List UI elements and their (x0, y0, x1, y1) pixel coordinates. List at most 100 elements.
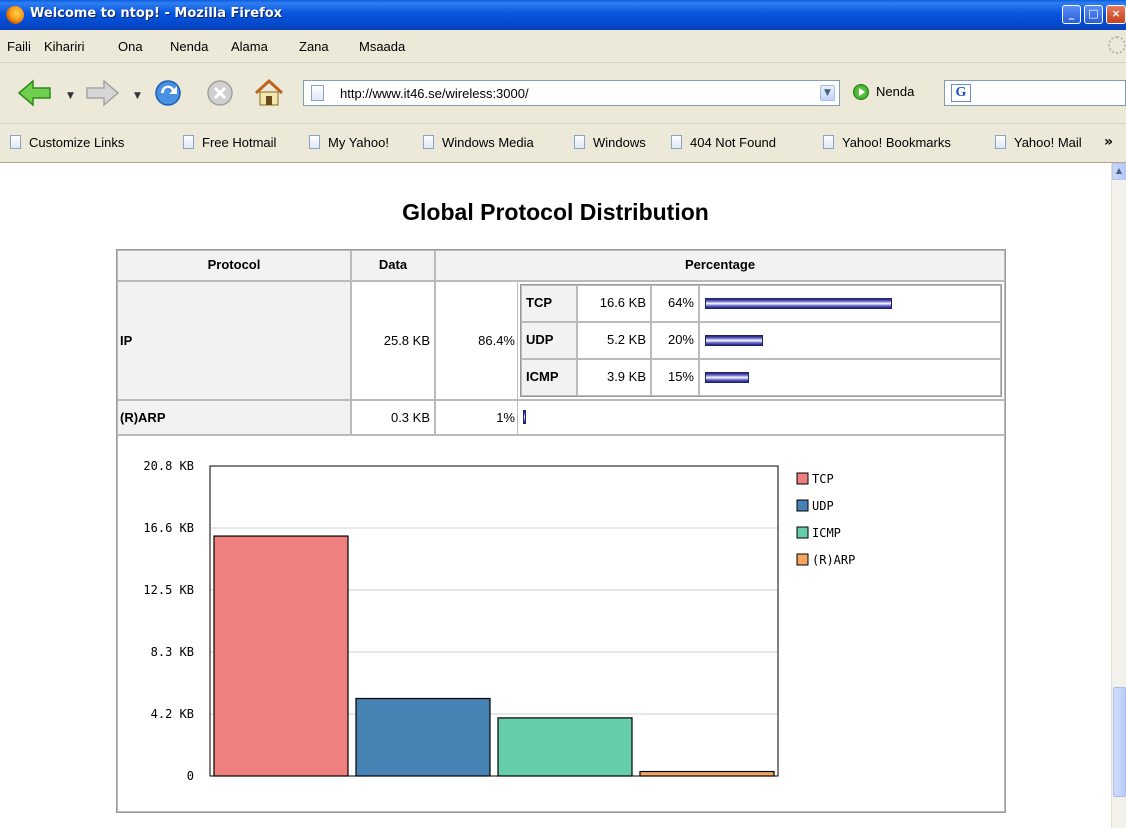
legend-swatch (796, 499, 809, 512)
sub-tcp-bar-cell (699, 285, 1001, 322)
bookmark-page-icon (10, 135, 21, 149)
y-tick-label: 20.8 KB (143, 459, 194, 473)
menu-view[interactable]: Ona (118, 39, 143, 54)
bar-udp (355, 697, 491, 777)
bookmarks-overflow-icon[interactable]: » (1104, 134, 1113, 150)
bookmark-page-icon (423, 135, 434, 149)
bookmark-item[interactable]: My Yahoo! (309, 135, 389, 150)
menu-tools[interactable]: Zana (299, 39, 329, 54)
url-dropdown-icon[interactable]: ▼ (820, 85, 835, 101)
legend-label: UDP (812, 499, 834, 513)
navigation-toolbar: ▼ ▼ http://www.it46.se/wireless:3000/ ▼ … (0, 63, 1126, 124)
row-ip-percent: 86.4% (435, 281, 519, 400)
ip-sub-container: TCP 16.6 KB 64% UDP 5.2 KB 20% ICMP 3.9 … (517, 281, 1005, 400)
sub-icmp-name: ICMP (521, 359, 577, 396)
back-dropdown-icon[interactable]: ▼ (67, 91, 74, 101)
legend-label: (R)ARP (812, 553, 855, 567)
legend-label: ICMP (812, 526, 841, 540)
stop-icon[interactable] (205, 78, 235, 108)
header-percentage: Percentage (435, 250, 1005, 281)
bar-rarp (639, 770, 775, 777)
forward-dropdown-icon[interactable]: ▼ (134, 91, 141, 101)
sub-icmp-percent: 15% (651, 359, 699, 396)
page-title: Global Protocol Distribution (402, 199, 709, 225)
bookmark-item[interactable]: Yahoo! Bookmarks (823, 135, 951, 150)
menu-file[interactable]: Faili (7, 39, 31, 54)
legend-swatch (796, 472, 809, 485)
forward-arrow-icon[interactable] (84, 78, 120, 108)
row-arp-percent: 1% (435, 400, 519, 435)
reload-icon[interactable] (152, 78, 184, 108)
minimize-button[interactable]: _ (1062, 5, 1081, 24)
go-icon[interactable] (853, 84, 869, 100)
menu-help[interactable]: Msaada (359, 39, 405, 54)
page-content: Global Protocol Distribution Protocol Da… (0, 163, 1111, 828)
bookmark-item[interactable]: Windows (574, 135, 646, 150)
bookmark-item[interactable]: Windows Media (423, 135, 534, 150)
legend-swatch (796, 553, 809, 566)
y-tick-label: 4.2 KB (151, 707, 194, 721)
y-tick-label: 16.6 KB (143, 521, 194, 535)
sub-tcp-name: TCP (521, 285, 577, 322)
chart-cell: 0 4.2 KB 8.3 KB 12.5 KB 16.6 KB 20.8 KB TCP UDP… (117, 435, 1005, 812)
menu-edit[interactable]: Kihariri (44, 39, 84, 54)
bookmark-page-icon (671, 135, 682, 149)
header-data: Data (351, 250, 435, 281)
sub-icmp-data: 3.9 KB (577, 359, 651, 396)
sub-tcp-data: 16.6 KB (577, 285, 651, 322)
y-tick-label: 8.3 KB (151, 645, 194, 659)
scroll-thumb[interactable] (1113, 687, 1126, 797)
menu-bookmarks[interactable]: Alama (231, 39, 268, 54)
y-tick-label: 0 (187, 769, 194, 783)
bookmark-item[interactable]: Free Hotmail (183, 135, 276, 150)
bookmark-page-icon (995, 135, 1006, 149)
throbber-icon (1108, 36, 1126, 54)
bookmark-page-icon (823, 135, 834, 149)
bookmark-page-icon (574, 135, 585, 149)
bookmark-item[interactable]: 404 Not Found (671, 135, 776, 150)
row-ip-data: 25.8 KB (351, 281, 435, 400)
sub-tcp-percent: 64% (651, 285, 699, 322)
ip-subtable: TCP 16.6 KB 64% UDP 5.2 KB 20% ICMP 3.9 … (520, 284, 1002, 397)
sub-icmp-bar-cell (699, 359, 1001, 396)
udp-percent-bar (705, 335, 763, 346)
row-arp-data: 0.3 KB (351, 400, 435, 435)
sub-udp-data: 5.2 KB (577, 322, 651, 359)
bookmark-page-icon (183, 135, 194, 149)
window-title: Welcome to ntop! - Mozilla Firefox (30, 6, 283, 21)
address-bar[interactable]: http://www.it46.se/wireless:3000/ ▼ (303, 80, 840, 106)
protocol-table: Protocol Data Percentage IP 25.8 KB 86.4… (116, 249, 1006, 813)
maximize-button[interactable]: □ (1084, 5, 1103, 24)
tcp-percent-bar (705, 298, 892, 309)
icmp-percent-bar (705, 372, 749, 383)
bookmark-page-icon (309, 135, 320, 149)
google-search-icon[interactable]: G (951, 84, 971, 102)
search-input[interactable]: G (944, 80, 1126, 106)
header-protocol: Protocol (117, 250, 351, 281)
url-text[interactable]: http://www.it46.se/wireless:3000/ (340, 86, 529, 101)
sub-udp-percent: 20% (651, 322, 699, 359)
y-tick-label: 12.5 KB (143, 583, 194, 597)
vertical-scrollbar[interactable]: ▲ (1111, 163, 1126, 828)
bookmark-item[interactable]: Customize Links (10, 135, 124, 150)
arp-bar-cell (517, 400, 1005, 435)
bar-icmp (497, 717, 633, 777)
legend-swatch (796, 526, 809, 539)
close-button[interactable]: × (1106, 5, 1126, 24)
sub-udp-name: UDP (521, 322, 577, 359)
page-icon (311, 85, 324, 101)
back-arrow-icon[interactable] (17, 78, 53, 108)
go-button-label[interactable]: Nenda (876, 84, 914, 99)
scroll-up-icon[interactable]: ▲ (1112, 163, 1126, 180)
title-bar: Welcome to ntop! - Mozilla Firefox _ □ × (0, 0, 1126, 30)
arp-percent-bar (523, 410, 526, 424)
firefox-logo-icon (6, 6, 24, 24)
row-ip-protocol: IP (117, 281, 351, 400)
menu-go[interactable]: Nenda (170, 39, 208, 54)
bookmarks-toolbar: Customize Links Free Hotmail My Yahoo! W… (0, 124, 1126, 163)
bar-tcp (213, 535, 349, 777)
sub-udp-bar-cell (699, 322, 1001, 359)
bookmark-item[interactable]: Yahoo! Mail (995, 135, 1082, 150)
row-arp-protocol: (R)ARP (117, 400, 351, 435)
home-icon[interactable] (252, 78, 286, 108)
